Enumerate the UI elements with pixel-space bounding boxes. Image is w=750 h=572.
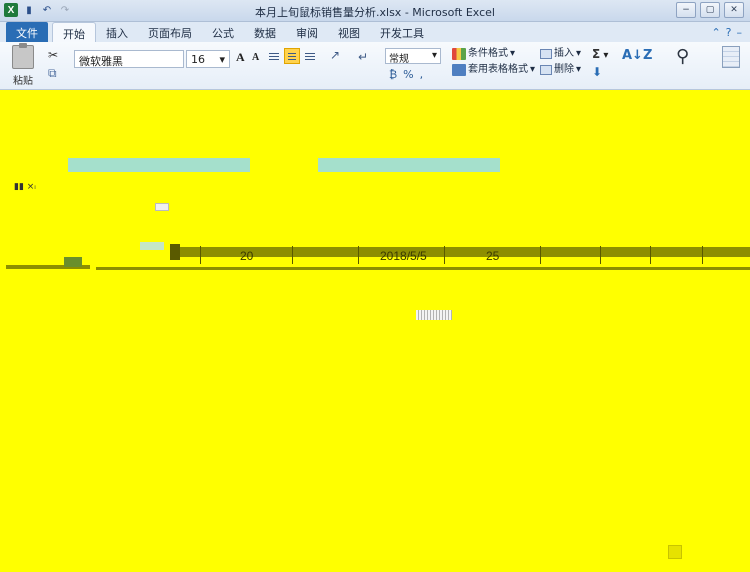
column-divider [600, 246, 601, 264]
editing-group: Σ ▾ ⬇ [592, 46, 608, 80]
chevron-down-icon[interactable]: ▾ [432, 50, 437, 62]
column-divider [540, 246, 541, 264]
ribbon-home: 粘贴 ✂ ⧉ 微软雅黑 16 ▾ A A ↗ ↵ 常规 ▾ ₿ % , 条件格式… [0, 42, 750, 90]
chevron-down-icon: ▾ [603, 50, 609, 61]
chevron-down-icon[interactable]: ▾ [219, 53, 225, 66]
font-name-input[interactable]: 微软雅黑 [74, 50, 184, 68]
data-row-band [180, 247, 750, 257]
cell-value[interactable]: 20 [240, 249, 253, 263]
tab-view[interactable]: 视图 [328, 22, 370, 42]
stray-block [140, 242, 164, 250]
align-middle-button[interactable] [284, 48, 300, 64]
currency-icon[interactable]: ₿ [389, 68, 397, 81]
column-divider [650, 246, 651, 264]
column-divider [200, 246, 201, 264]
column-divider [444, 246, 445, 264]
tab-review[interactable]: 审阅 [286, 22, 328, 42]
window-controls: − ▢ ✕ [676, 2, 744, 18]
number-format-value: 常规 [389, 54, 409, 65]
highlight-block [318, 158, 500, 172]
cell-value[interactable]: 2018/5/5 [380, 249, 427, 263]
data-row-underline [96, 267, 750, 270]
tab-file[interactable]: 文件 [6, 22, 48, 42]
minimize-button[interactable]: − [676, 2, 696, 18]
number-buttons: ₿ % , [389, 68, 423, 81]
stray-block [416, 310, 452, 320]
title-bar: X ▮ ↶ ↷ 本月上旬鼠标销售量分析.xlsx - Microsoft Exc… [0, 0, 750, 22]
stray-block [64, 257, 82, 267]
vertical-align-group [266, 48, 318, 64]
orientation-icon[interactable]: ↗ [330, 48, 340, 62]
chevron-down-icon: ▾ [530, 64, 536, 75]
table-format-button[interactable]: 套用表格格式 ▾ [452, 62, 535, 78]
tab-formulas[interactable]: 公式 [202, 22, 244, 42]
stray-block [155, 203, 169, 211]
cell-marker [170, 244, 180, 260]
grow-font-button[interactable]: A [236, 50, 245, 65]
window-title: 本月上旬鼠标销售量分析.xlsx - Microsoft Excel [255, 6, 495, 19]
tab-page-layout[interactable]: 页面布局 [138, 22, 202, 42]
tab-insert[interactable]: 插入 [96, 22, 138, 42]
close-button[interactable]: ✕ [724, 2, 744, 18]
tab-data[interactable]: 数据 [244, 22, 286, 42]
shrink-font-button[interactable]: A [252, 52, 259, 63]
styles-group: 条件格式 ▾ 套用表格格式 ▾ [452, 46, 535, 78]
percent-button[interactable]: % [403, 68, 413, 81]
stray-glyph: ▮▮ ×ᵢ [14, 182, 36, 192]
tab-developer[interactable]: 开发工具 [370, 22, 434, 42]
table-format-icon [452, 64, 466, 76]
paste-label: 粘贴 [13, 76, 33, 87]
cell-value[interactable]: 25 [486, 249, 499, 263]
column-divider [292, 246, 293, 264]
number-format-select[interactable]: 常规 ▾ [385, 48, 441, 65]
minimize-ribbon-icon[interactable]: ⌃ [711, 26, 720, 39]
column-divider [358, 246, 359, 264]
conditional-format-button[interactable]: 条件格式 ▾ [452, 46, 535, 62]
chevron-down-icon: ▾ [576, 48, 582, 59]
chevron-down-icon: ▾ [576, 64, 582, 75]
table-format-label: 套用表格格式 [468, 64, 528, 75]
font-size-value: 16 [191, 53, 205, 66]
conditional-format-label: 条件格式 [468, 48, 508, 59]
tab-home[interactable]: 开始 [52, 22, 96, 42]
align-top-button[interactable] [266, 48, 282, 64]
font-size-input[interactable]: 16 ▾ [186, 50, 230, 68]
align-bottom-button[interactable] [302, 48, 318, 64]
clipboard-icon [12, 43, 34, 69]
insert-cells-label: 插入 [554, 48, 574, 59]
column-divider [702, 246, 703, 264]
cut-icon[interactable]: ✂ [48, 48, 58, 62]
ribbon-tabs: 文件 开始 插入 页面布局 公式 数据 审阅 视图 开发工具 ⌃ ? – [0, 22, 750, 42]
find-select-icon[interactable]: ⚲ [676, 46, 689, 67]
sort-filter-icon[interactable]: A↓Z [622, 48, 652, 63]
stray-block [668, 545, 682, 559]
sigma-icon: Σ [592, 47, 601, 61]
wrap-text-icon[interactable]: ↵ [358, 50, 368, 64]
insert-cells-button[interactable]: 插入 ▾ [540, 46, 581, 62]
delete-cells-label: 删除 [554, 64, 574, 75]
conditional-format-icon [452, 48, 466, 60]
paste-button[interactable]: 粘贴 [6, 43, 40, 87]
format-as-grid-icon[interactable] [722, 46, 740, 68]
comma-button[interactable]: , [420, 68, 424, 81]
fill-icon[interactable]: ⬇ [592, 64, 608, 80]
restore-button[interactable]: ▢ [700, 2, 720, 18]
copy-icon[interactable]: ⧉ [48, 66, 57, 81]
insert-cells-icon [540, 49, 552, 59]
cells-group: 插入 ▾ 删除 ▾ [540, 46, 581, 78]
workbook-minimize-icon[interactable]: – [737, 26, 743, 39]
help-icon[interactable]: ? [726, 26, 732, 39]
delete-cells-button[interactable]: 删除 ▾ [540, 62, 581, 78]
chevron-down-icon: ▾ [510, 48, 516, 59]
delete-cells-icon [540, 65, 552, 75]
autosum-button[interactable]: Σ ▾ [592, 46, 608, 64]
tab-right-icons: ⌃ ? – [711, 22, 750, 42]
worksheet-area[interactable]: ▮▮ ×ᵢ 20 2018/5/5 25 [0, 91, 750, 572]
highlight-block [68, 158, 250, 172]
